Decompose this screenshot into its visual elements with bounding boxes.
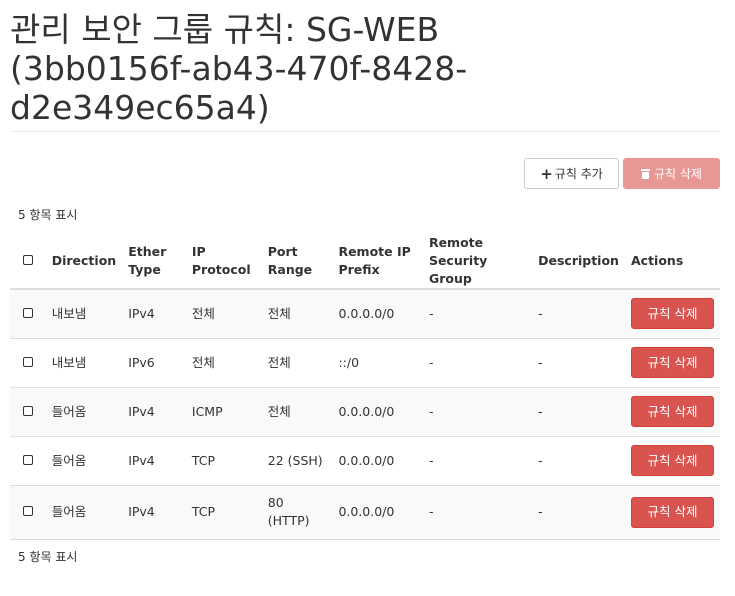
cell-port-range: 80 (HTTP) (261, 484, 333, 540)
plus-icon: + (540, 164, 553, 183)
column-header-actions: Actions (625, 234, 720, 290)
cell-remote-security-group: - (422, 386, 533, 436)
page-title: 관리 보안 그룹 규칙: SG-WEB (3bb0156f-ab43-470f-… (10, 10, 468, 127)
table-header-row: Direction Ether Type IP Protocol Port Ra… (10, 234, 720, 290)
cell-ether-type: IPv4 (122, 435, 186, 485)
cell-ip-protocol: ICMP (185, 386, 262, 436)
delete-rules-label: 규칙 삭제 (654, 167, 702, 181)
cell-direction: 내보냄 (45, 288, 123, 338)
cell-ether-type: IPv4 (122, 484, 186, 540)
table-row: 들어옴 IPv4 TCP 22 (SSH) 0.0.0.0/0 - - 규칙 삭… (10, 435, 720, 485)
cell-ip-protocol: 전체 (185, 337, 262, 387)
cell-actions: 규칙 삭제 (625, 484, 720, 540)
add-rule-label: 규칙 추가 (554, 167, 603, 181)
table-row: 내보냄 IPv4 전체 전체 0.0.0.0/0 - - 규칙 삭제 (10, 288, 720, 338)
cell-ip-protocol: TCP (185, 435, 262, 485)
delete-rule-button[interactable]: 규칙 삭제 (631, 496, 714, 528)
column-header-direction[interactable]: Direction (45, 234, 123, 290)
table-row: 들어옴 IPv4 ICMP 전체 0.0.0.0/0 - - 규칙 삭제 (10, 386, 720, 436)
row-checkbox[interactable] (23, 405, 33, 416)
row-checkbox-cell (10, 484, 46, 540)
row-checkbox[interactable] (23, 356, 33, 367)
cell-port-range: 전체 (261, 337, 333, 387)
cell-ether-type: IPv4 (122, 288, 186, 338)
cell-description: - (532, 435, 625, 485)
cell-remote-ip-prefix: 0.0.0.0/0 (332, 484, 423, 540)
cell-actions: 규칙 삭제 (625, 288, 720, 338)
cell-remote-ip-prefix: 0.0.0.0/0 (332, 288, 423, 338)
row-checkbox-cell (10, 337, 46, 387)
cell-description: - (532, 386, 625, 436)
table-row: 들어옴 IPv4 TCP 80 (HTTP) 0.0.0.0/0 - - 규칙 … (10, 484, 720, 540)
cell-port-range: 전체 (261, 288, 333, 338)
cell-remote-ip-prefix: ::/0 (332, 337, 423, 387)
header-checkbox-cell (10, 234, 46, 290)
cell-ip-protocol: TCP (185, 484, 262, 540)
cell-actions: 규칙 삭제 (625, 337, 720, 387)
cell-remote-ip-prefix: 0.0.0.0/0 (332, 386, 423, 436)
column-header-ip-protocol[interactable]: IP Protocol (185, 234, 262, 290)
cell-ether-type: IPv6 (122, 337, 186, 387)
cell-direction: 들어옴 (45, 435, 123, 485)
cell-remote-security-group: - (422, 484, 533, 540)
cell-actions: 규칙 삭제 (625, 386, 720, 436)
delete-rules-button[interactable]: 규칙 삭제 (623, 158, 720, 189)
row-checkbox[interactable] (23, 506, 33, 516)
delete-rule-button[interactable]: 규칙 삭제 (631, 347, 714, 378)
rules-table: Direction Ether Type IP Protocol Port Ra… (10, 234, 720, 540)
select-all-checkbox[interactable] (23, 255, 33, 265)
title-divider (10, 131, 720, 132)
table-row: 내보냄 IPv6 전체 전체 ::/0 - - 규칙 삭제 (10, 337, 720, 387)
row-checkbox-cell (10, 288, 46, 338)
item-count-bottom: 5 항목 표시 (18, 550, 78, 564)
cell-ip-protocol: 전체 (185, 288, 262, 338)
delete-rule-button[interactable]: 규칙 삭제 (631, 396, 714, 427)
cell-port-range: 전체 (261, 386, 333, 436)
row-checkbox[interactable] (23, 454, 33, 465)
cell-remote-security-group: - (422, 288, 533, 338)
cell-ether-type: IPv4 (122, 386, 186, 436)
column-header-ether-type[interactable]: Ether Type (122, 234, 186, 290)
trash-icon (641, 168, 650, 179)
cell-remote-security-group: - (422, 435, 533, 485)
cell-direction: 들어옴 (45, 386, 123, 436)
column-header-description[interactable]: Description (532, 234, 625, 290)
cell-description: - (532, 484, 625, 540)
cell-remote-security-group: - (422, 337, 533, 387)
security-group-rules-page: 관리 보안 그룹 규칙: SG-WEB (3bb0156f-ab43-470f-… (0, 0, 735, 596)
cell-remote-ip-prefix: 0.0.0.0/0 (332, 435, 423, 485)
column-header-remote-security-group[interactable]: Remote Security Group (422, 234, 533, 290)
row-checkbox-cell (10, 386, 46, 436)
cell-actions: 규칙 삭제 (625, 435, 720, 485)
delete-rule-button[interactable]: 규칙 삭제 (631, 445, 714, 476)
row-checkbox-cell (10, 435, 46, 485)
cell-direction: 내보냄 (45, 337, 123, 387)
cell-description: - (532, 288, 625, 338)
cell-port-range: 22 (SSH) (261, 435, 333, 485)
cell-description: - (532, 337, 625, 387)
column-header-port-range[interactable]: Port Range (261, 234, 333, 290)
delete-rule-button[interactable]: 규칙 삭제 (631, 298, 714, 330)
add-rule-button[interactable]: + 규칙 추가 (524, 158, 619, 189)
row-checkbox[interactable] (23, 307, 33, 318)
item-count-top: 5 항목 표시 (18, 208, 78, 222)
cell-direction: 들어옴 (45, 484, 123, 540)
column-header-remote-ip-prefix[interactable]: Remote IP Prefix (332, 234, 423, 290)
